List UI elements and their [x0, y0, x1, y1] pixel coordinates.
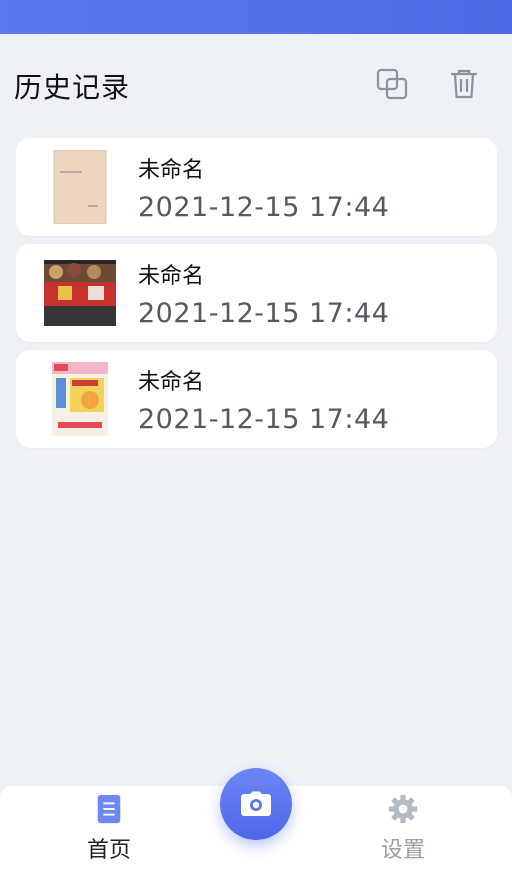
camera-button[interactable] — [220, 768, 292, 840]
nav-settings[interactable]: 设置 — [363, 794, 443, 864]
status-bar — [0, 0, 512, 34]
history-card[interactable]: 未命名 2021-12-15 17:44 — [16, 138, 497, 236]
history-list: 未命名 2021-12-15 17:44 未命名 2021-12-15 17:4… — [16, 138, 497, 456]
page-title: 历史记录 — [14, 71, 131, 104]
camera-icon — [241, 791, 271, 816]
record-date: 2021-12-15 17:44 — [138, 404, 390, 435]
food-package-thumbnail — [44, 256, 116, 330]
delete-button[interactable] — [444, 64, 484, 104]
copy-icon — [376, 68, 408, 100]
nav-home-label: 首页 — [86, 838, 131, 863]
product-box-thumbnail — [44, 362, 116, 436]
record-date: 2021-12-15 17:44 — [138, 192, 390, 223]
trash-icon — [450, 69, 478, 99]
record-name: 未命名 — [138, 264, 205, 289]
nav-home[interactable]: 首页 — [69, 794, 149, 864]
record-name: 未命名 — [138, 370, 205, 395]
history-card[interactable]: 未命名 2021-12-15 17:44 — [16, 244, 497, 342]
gear-icon — [388, 794, 418, 824]
document-icon — [97, 794, 121, 824]
record-name: 未命名 — [138, 158, 205, 183]
record-date: 2021-12-15 17:44 — [138, 298, 390, 329]
history-card[interactable]: 未命名 2021-12-15 17:44 — [16, 350, 497, 448]
document-thumbnail — [44, 150, 116, 224]
nav-settings-label: 设置 — [380, 838, 425, 863]
copy-button[interactable] — [372, 64, 412, 104]
header: 历史记录 — [0, 34, 512, 134]
